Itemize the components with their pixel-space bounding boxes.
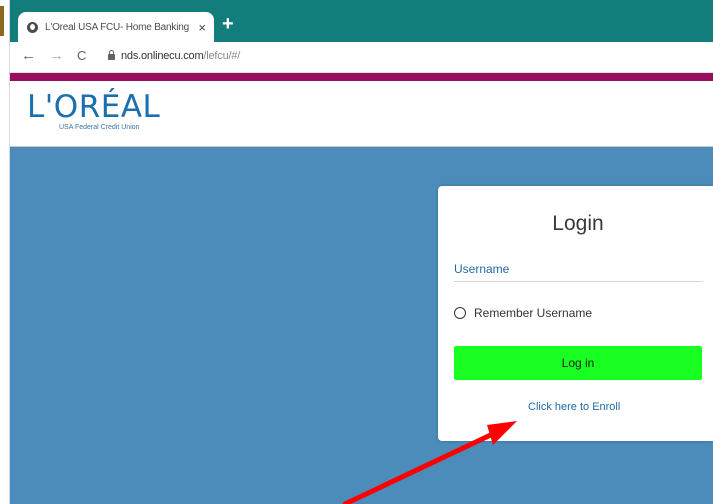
globe-icon [27, 21, 38, 33]
tab-title: L'Oreal USA FCU- Home Banking [45, 21, 189, 33]
edge-mark [0, 6, 4, 36]
back-arrow-icon[interactable]: ← [21, 48, 36, 64]
lock-icon[interactable] [108, 50, 115, 60]
accent-bar [9, 73, 713, 81]
reload-icon[interactable]: C [77, 48, 86, 64]
plus-icon[interactable]: + [222, 14, 234, 34]
remember-username-label: Remember Username [474, 306, 593, 320]
browser-tab[interactable]: L'Oreal USA FCU- Home Banking × [18, 12, 214, 42]
radio-icon[interactable] [454, 307, 466, 319]
login-title: Login [552, 212, 604, 235]
remember-username[interactable]: Remember Username [454, 306, 592, 320]
browser-tab-strip: L'Oreal USA FCU- Home Banking × + [9, 0, 713, 42]
forward-arrow-icon[interactable]: → [49, 48, 64, 64]
logo-subtitle: USA Federal Credit Union [59, 124, 140, 131]
scan-edge [0, 0, 10, 504]
address-bar: ← → C nds.onlinecu.com/lefcu/#/ [9, 42, 713, 73]
username-input[interactable] [454, 257, 703, 282]
close-icon[interactable]: × [198, 21, 206, 34]
url-host: nds.onlinecu.com [121, 50, 204, 62]
loreal-logo[interactable]: L'ORÉAL [27, 91, 160, 123]
url-path: /lefcu/#/ [203, 50, 241, 62]
login-card: Login Remember Username Log in Click her… [438, 186, 713, 441]
login-button[interactable]: Log in [454, 346, 702, 380]
enroll-link[interactable]: Click here to Enroll [528, 401, 620, 413]
site-header: L'ORÉAL USA Federal Credit Union [9, 81, 713, 147]
screenshot-frame: L'Oreal USA FCU- Home Banking × + ← → C … [0, 0, 713, 504]
url-field[interactable]: nds.onlinecu.com/lefcu/#/ [121, 50, 240, 62]
